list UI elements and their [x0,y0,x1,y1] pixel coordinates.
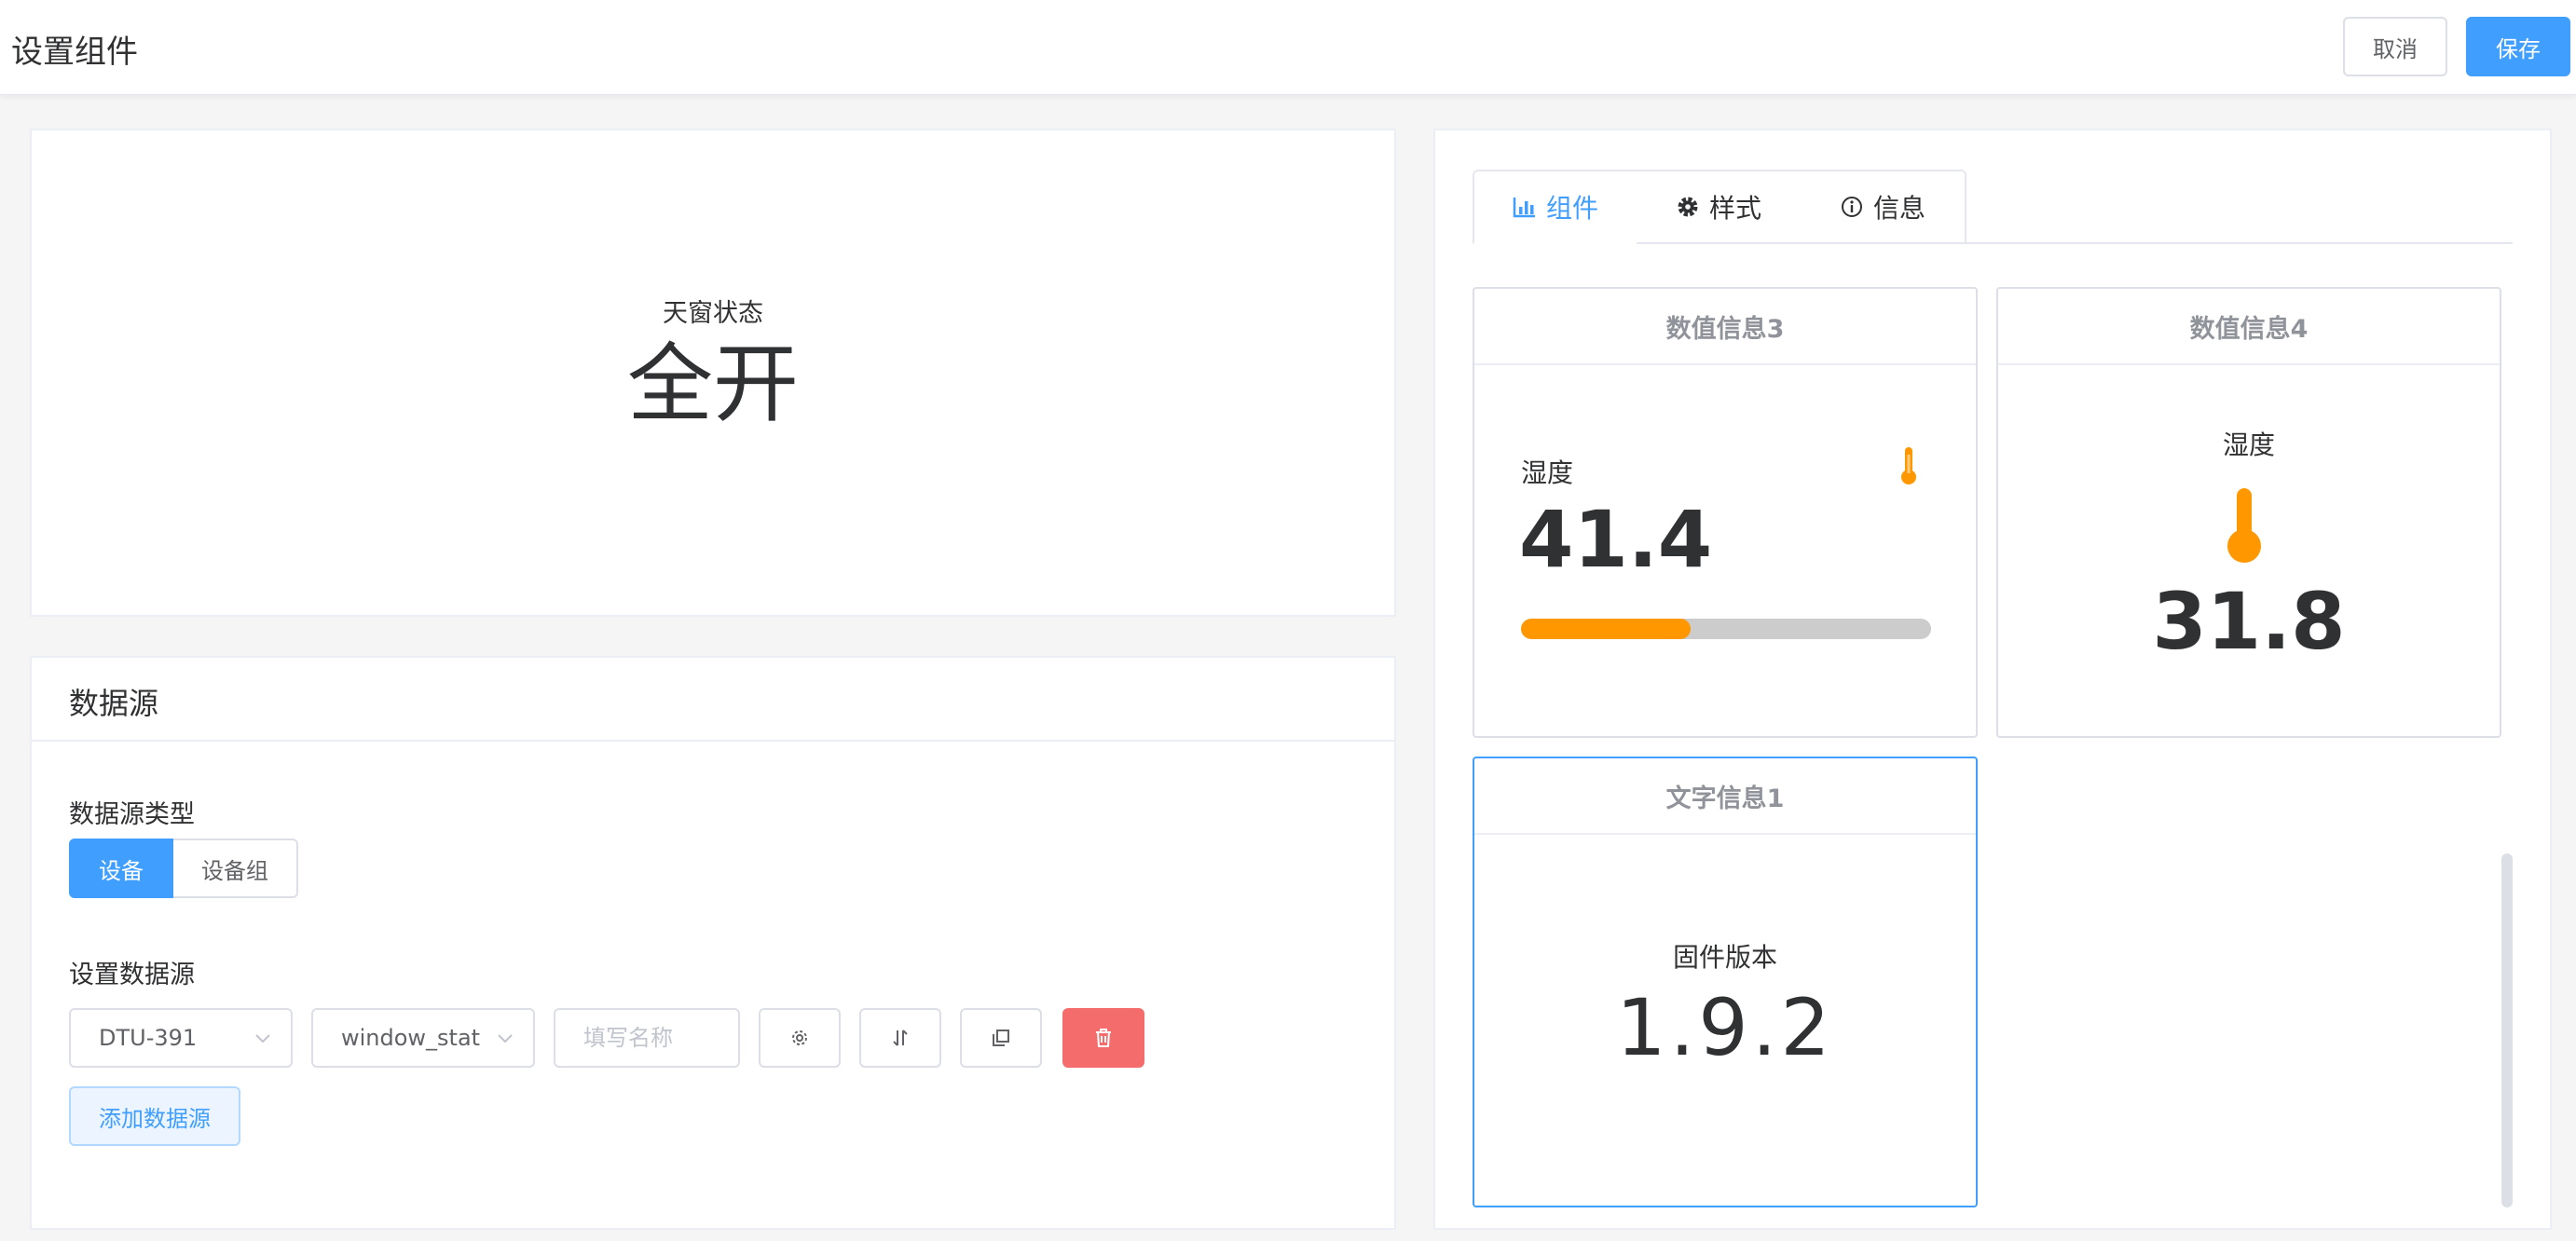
card-label: 湿度 [1521,457,1574,488]
name-input[interactable] [554,1008,740,1068]
card-value: 41.4 [1519,494,1713,585]
chevron-down-icon [255,1034,270,1043]
trash-icon [1096,1029,1111,1047]
widget-card-numeric-4[interactable]: 数值信息4 湿度 31.8 [1996,287,2501,738]
card-title: 数值信息4 [1998,289,2500,365]
card-title: 文字信息1 [1474,758,1976,835]
type-device-group-button[interactable]: 设备组 [173,839,298,898]
scrollbar[interactable] [2501,853,2513,1207]
card-label: 湿度 [2222,430,2275,460]
type-device-button[interactable]: 设备 [69,839,173,898]
tab-style[interactable]: 样式 [1637,170,1802,244]
device-select[interactable]: DTU-391 [69,1008,293,1068]
sort-button[interactable] [859,1008,941,1068]
humidity-progress-bar [1521,619,1931,639]
cancel-button[interactable]: 取消 [2343,17,2447,76]
sort-icon [893,1030,908,1046]
thermometer-icon [1901,447,1916,484]
widget-card-text-1[interactable]: 文字信息1 固件版本 1.9.2 [1473,757,1978,1207]
copy-icon [993,1030,1009,1046]
settings-button[interactable] [759,1008,841,1068]
gear-icon [1678,197,1698,217]
preview-value: 全开 [626,334,799,434]
set-datasource-label: 设置数据源 [69,961,195,989]
datasource-title: 数据源 [69,686,159,721]
preview-label: 天窗状态 [663,299,763,328]
chevron-down-icon [498,1034,513,1043]
top-header: 设置组件 取消 保存 [0,0,2576,95]
card-value: 1.9.2 [1616,982,1834,1073]
info-icon [1841,197,1862,217]
copy-button[interactable] [960,1008,1042,1068]
page-title: 设置组件 [11,34,138,71]
field-select-value: window_stat [341,1025,481,1051]
tab-widgets-label: 组件 [1545,193,1598,224]
save-button[interactable]: 保存 [2466,17,2570,76]
datasource-type-label: 数据源类型 [69,800,195,829]
device-select-value: DTU-391 [99,1025,198,1051]
field-select[interactable]: window_stat [311,1008,535,1068]
add-datasource-button[interactable]: 添加数据源 [69,1086,240,1146]
delete-button[interactable] [1062,1008,1144,1068]
tab-info[interactable]: 信息 [1801,170,1966,244]
widget-preview: 天窗状态 全开 [30,129,1396,617]
gear-icon [792,1030,807,1045]
bar-chart-icon [1513,198,1535,218]
widget-card-numeric-3[interactable]: 数值信息3 湿度 41.4 [1473,287,1978,738]
progress-fill [1521,619,1692,639]
datasource-header: 数据源 [32,658,1394,742]
card-value: 31.8 [2152,576,2346,667]
card-title: 数值信息3 [1474,289,1976,365]
card-label: 固件版本 [1672,942,1777,973]
thermometer-icon [2227,488,2261,563]
tab-style-label: 样式 [1708,193,1761,224]
datasource-panel: 数据源 数据源类型 设备 设备组 设置数据源 DTU-391 window_st… [30,656,1396,1230]
tab-widgets[interactable]: 组件 [1473,170,1638,244]
tab-info-label: 信息 [1872,193,1925,224]
widget-library-panel: 组件 样式 信息 数值信息3 湿度 41.4 数值信息4 湿度 31.8 文字信… [1433,129,2552,1230]
